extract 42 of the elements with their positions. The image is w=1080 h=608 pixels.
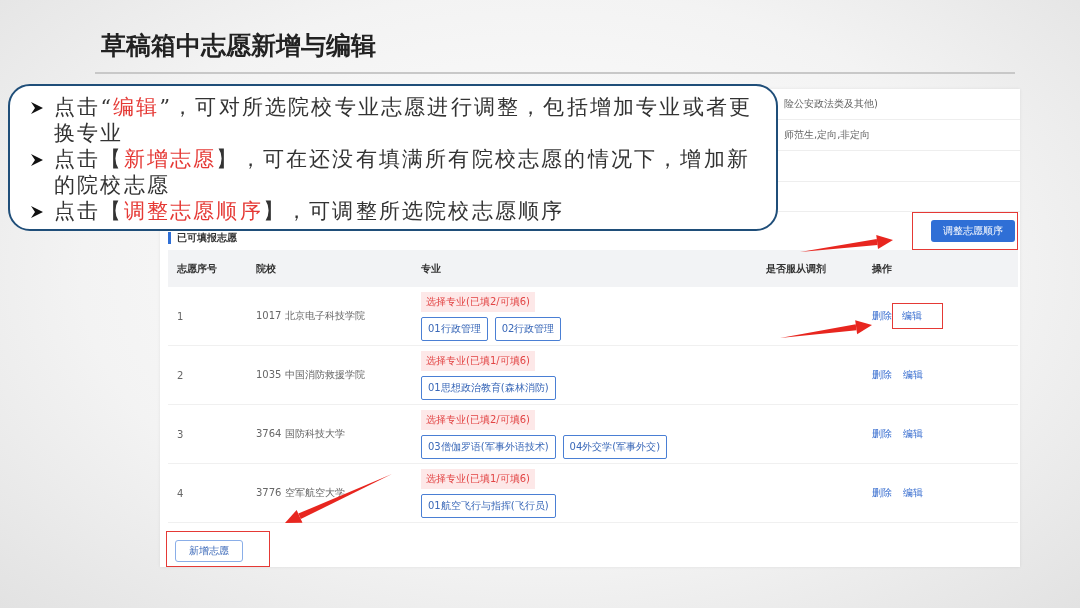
bullet-arrow-icon bbox=[30, 101, 44, 115]
major-tag: 04外交学(军事外交) bbox=[562, 434, 668, 459]
edit-link[interactable]: 编辑 bbox=[903, 486, 923, 500]
major-picker[interactable]: 选择专业(已填1/可填6) bbox=[421, 468, 535, 489]
column-header: 院校 bbox=[255, 261, 277, 276]
major-picker[interactable]: 选择专业(已填2/可填6) bbox=[421, 409, 535, 430]
slide-title: 草稿箱中志愿新增与编辑 bbox=[101, 30, 377, 62]
major-tag: 02行政管理 bbox=[494, 316, 562, 341]
major-tag: 01思想政治教育(森林消防) bbox=[421, 375, 556, 400]
table-cell-text: 2 bbox=[176, 369, 185, 381]
major-tag: 01行政管理 bbox=[421, 316, 488, 341]
column-header: 专业 bbox=[420, 261, 442, 276]
major-tag: 03僧伽罗语(军事外语技术) bbox=[421, 434, 556, 459]
form-value: 师范生,定向,非定向 bbox=[784, 128, 871, 143]
delete-link[interactable]: 删除 bbox=[872, 427, 892, 441]
table-cell-text: 4 bbox=[176, 487, 185, 499]
table-cell-text: 3 bbox=[176, 428, 185, 440]
reorder-button[interactable]: 调整志愿顺序 bbox=[931, 220, 1015, 242]
bullet-arrow-icon bbox=[30, 205, 44, 219]
table-cell-text: 1 bbox=[176, 310, 185, 322]
table-cell-text: 3764 国防科技大学 bbox=[255, 427, 346, 441]
major-tag: 01航空飞行与指挥(飞行员) bbox=[421, 493, 556, 518]
delete-link[interactable]: 删除 bbox=[872, 368, 892, 382]
edit-link[interactable]: 编辑 bbox=[902, 309, 922, 323]
column-header: 操作 bbox=[871, 261, 893, 276]
bullet-arrow-icon bbox=[30, 153, 44, 167]
bullet-text: 点击【调整志愿顺序】，可调整所选院校志愿顺序 bbox=[54, 198, 565, 224]
table-cell-text: 3776 空军航空大学 bbox=[255, 486, 346, 500]
bullet-text: 点击【新增志愿】，可在还没有填满所有院校志愿的情况下，增加新的院校志愿 bbox=[54, 146, 752, 198]
delete-link[interactable]: 删除 bbox=[872, 309, 892, 323]
bullet-text: 点击“编辑”，可对所选院校专业志愿进行调整，包括增加专业或者更换专业 bbox=[54, 94, 754, 146]
form-value: 险公安政法类及其他) bbox=[784, 97, 878, 112]
major-picker[interactable]: 选择专业(已填1/可填6) bbox=[421, 350, 535, 371]
edit-link[interactable]: 编辑 bbox=[903, 368, 923, 382]
add-button[interactable]: 新增志愿 bbox=[175, 540, 243, 562]
table-cell-text: 1035 中国消防救援学院 bbox=[255, 368, 366, 382]
column-header: 志愿序号 bbox=[176, 261, 218, 276]
major-picker[interactable]: 选择专业(已填2/可填6) bbox=[421, 291, 535, 312]
delete-link[interactable]: 删除 bbox=[872, 486, 892, 500]
table-cell-text: 1017 北京电子科技学院 bbox=[255, 309, 366, 323]
column-header: 是否服从调剂 bbox=[765, 261, 827, 276]
edit-link[interactable]: 编辑 bbox=[903, 427, 923, 441]
